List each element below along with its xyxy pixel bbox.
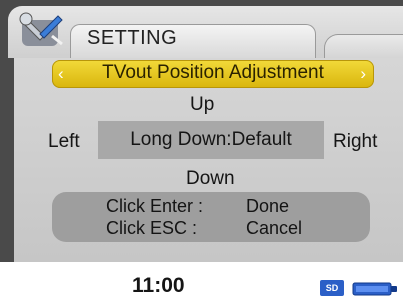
hint-enter-key: Click Enter : bbox=[106, 196, 204, 216]
position-value: Long Down:Default bbox=[130, 129, 292, 150]
hint-enter-action: Done bbox=[246, 196, 290, 216]
hint-esc-action: Cancel bbox=[246, 218, 303, 238]
position-value-box: Long Down:Default bbox=[98, 121, 324, 159]
device-screen: SETTING ‹ TVout Position Adjustment › Up… bbox=[0, 0, 403, 302]
sd-card-icon: SD bbox=[320, 280, 344, 296]
tools-icon bbox=[19, 12, 63, 46]
battery-icon bbox=[352, 282, 397, 296]
hint-esc-key: Click ESC : bbox=[106, 218, 198, 238]
dialog-title: TVout Position Adjustment bbox=[102, 62, 324, 83]
left-label: Left bbox=[48, 131, 80, 152]
right-label: Right bbox=[333, 131, 378, 152]
right-arrow-icon[interactable]: › bbox=[360, 64, 366, 84]
hint-box: Click Enter : Done Click ESC : Cancel bbox=[52, 192, 370, 242]
up-label: Up bbox=[190, 94, 215, 115]
tab-secondary[interactable] bbox=[324, 34, 403, 61]
down-label: Down bbox=[186, 168, 235, 189]
tab-setting-label: SETTING bbox=[87, 27, 178, 49]
clock: 11:00 bbox=[132, 274, 185, 297]
tab-setting[interactable]: SETTING bbox=[70, 24, 316, 59]
dialog-title-bar: ‹ TVout Position Adjustment › bbox=[52, 60, 374, 88]
